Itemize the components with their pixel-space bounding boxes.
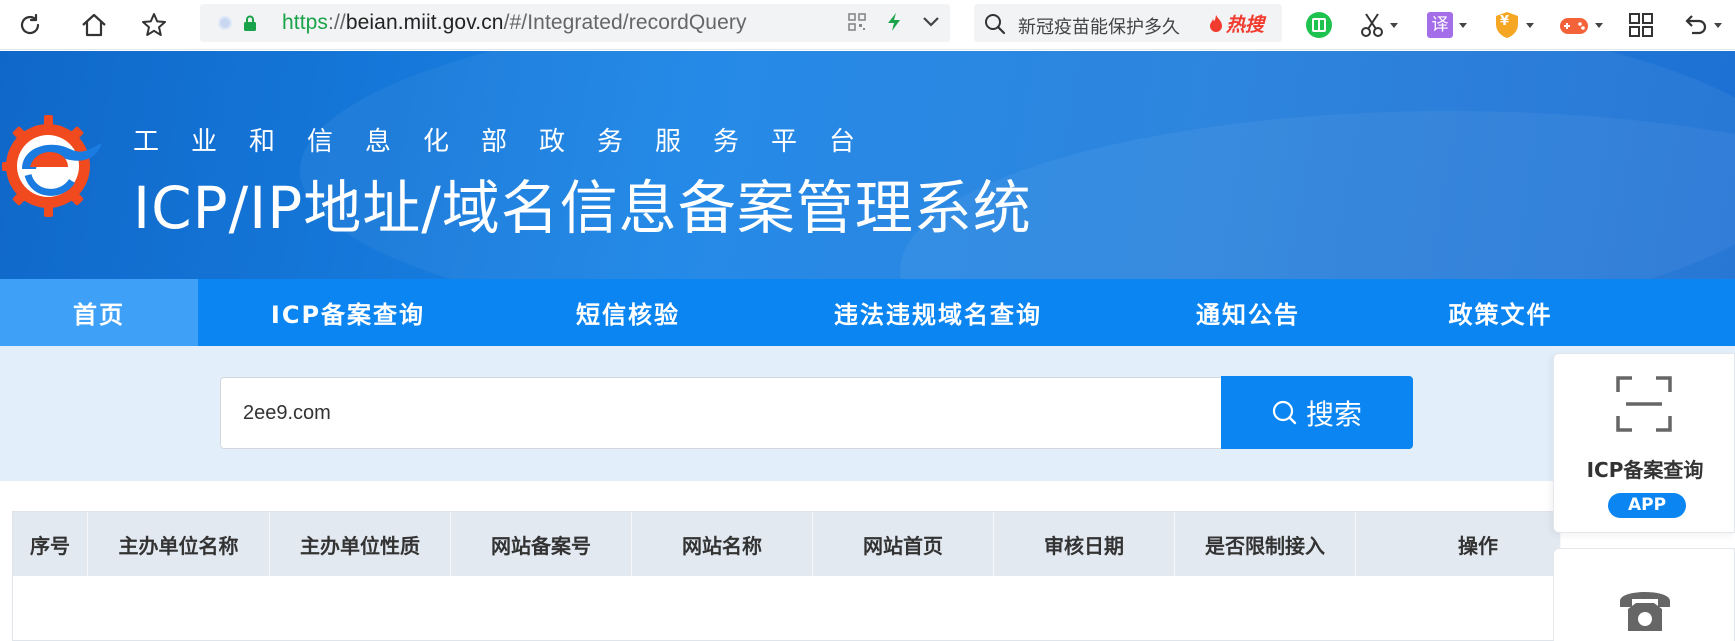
- nav-sms-verify[interactable]: 短信核验: [498, 279, 758, 346]
- home-button[interactable]: [78, 9, 110, 41]
- miit-logo: [2, 115, 102, 217]
- browser-search-hint: 新冠疫苗能保护多久: [1018, 17, 1180, 38]
- banner-title: ICP/IP地址/域名信息备案管理系统: [133, 174, 1032, 242]
- apps-extension[interactable]: [1628, 10, 1654, 40]
- undo-icon: [1685, 15, 1707, 35]
- security-shield-icon: [218, 16, 232, 30]
- lightning-icon[interactable]: [886, 12, 902, 32]
- nav-illegal-domain[interactable]: 违法违规域名查询: [758, 279, 1118, 346]
- address-bar[interactable]: https://beian.miit.gov.cn/#/Integrated/r…: [200, 4, 950, 42]
- search-icon: [1272, 400, 1297, 424]
- star-icon: [142, 13, 166, 36]
- browser-toolbar: https://beian.miit.gov.cn/#/Integrated/r…: [0, 0, 1735, 50]
- translate-icon: 译: [1427, 12, 1453, 38]
- nav-icp-query[interactable]: ICP备案查询: [198, 279, 498, 346]
- search-area: 搜索: [0, 346, 1735, 481]
- url-text[interactable]: https://beian.miit.gov.cn/#/Integrated/r…: [282, 11, 747, 35]
- game-extension[interactable]: [1559, 10, 1603, 40]
- undo-extension[interactable]: [1682, 10, 1722, 40]
- column-header: 网站首页: [813, 512, 994, 576]
- column-header: 审核日期: [994, 512, 1175, 576]
- chevron-down-icon: [1595, 22, 1603, 28]
- banner-subtitle: 工业和信息化部政务服务平台: [133, 127, 888, 157]
- nav-notices[interactable]: 通知公告: [1118, 279, 1378, 346]
- grid-icon: [1629, 13, 1653, 37]
- column-header: 主办单位性质: [270, 512, 451, 576]
- qr-icon[interactable]: [848, 13, 866, 31]
- chevron-down-icon: [1526, 22, 1534, 28]
- screenshot-extension[interactable]: [1360, 10, 1398, 40]
- hot-search-label: 热搜: [1226, 14, 1265, 36]
- url-host: beian.miit.gov.cn: [345, 11, 504, 34]
- contact-panel[interactable]: [1553, 548, 1735, 641]
- site-banner: 工业和信息化部政务服务平台 ICP/IP地址/域名信息备案管理系统: [0, 51, 1735, 279]
- reader-extension[interactable]: [1305, 10, 1333, 40]
- lock-icon: [242, 14, 258, 36]
- wallet-extension[interactable]: ¥: [1494, 10, 1534, 40]
- column-header: 序号: [13, 512, 88, 576]
- reload-icon: [20, 13, 40, 35]
- table-header: 序号 主办单位名称 主办单位性质 网站备案号 网站名称 网站首页 审核日期 是否…: [13, 512, 1561, 576]
- url-separator: ://: [328, 11, 346, 34]
- column-header: 网站备案号: [451, 512, 632, 576]
- fire-icon: [1210, 14, 1222, 32]
- column-header: 是否限制接入: [1175, 512, 1356, 576]
- nav-home[interactable]: 首页: [0, 279, 198, 346]
- search-button-label: 搜索: [1305, 397, 1362, 431]
- reload-button[interactable]: [14, 9, 46, 41]
- column-header: 主办单位名称: [88, 512, 270, 576]
- gamepad-icon: [1560, 18, 1588, 34]
- url-scheme: https: [282, 11, 329, 34]
- phone-icon: [1620, 592, 1670, 631]
- bookmark-button[interactable]: [138, 9, 170, 41]
- scan-icon: [1616, 376, 1672, 432]
- wallet-symbol: ¥: [1500, 14, 1510, 29]
- results-table: 序号 主办单位名称 主办单位性质 网站备案号 网站名称 网站首页 审核日期 是否…: [12, 511, 1561, 641]
- search-icon: [985, 14, 1006, 35]
- chevron-down-icon[interactable]: [922, 16, 940, 28]
- main-nav: 首页 ICP备案查询 短信核验 违法违规域名查询 通知公告 政策文件: [0, 279, 1735, 346]
- hot-search-badge[interactable]: 热搜: [1208, 10, 1264, 37]
- book-icon: [1306, 12, 1332, 38]
- column-header: 操作: [1356, 512, 1561, 576]
- scissors-icon: [1361, 13, 1383, 37]
- url-path: /#/Integrated/recordQuery: [503, 11, 747, 34]
- icp-app-panel[interactable]: ICP备案查询 APP: [1553, 353, 1735, 533]
- icp-app-label: ICP备案查询: [1586, 458, 1704, 482]
- nav-policy-files[interactable]: 政策文件: [1378, 279, 1623, 346]
- column-header: 网站名称: [632, 512, 813, 576]
- translate-extension[interactable]: 译: [1427, 10, 1467, 40]
- query-input[interactable]: [220, 377, 1222, 449]
- search-button[interactable]: 搜索: [1221, 376, 1413, 449]
- home-icon: [82, 13, 106, 37]
- app-badge: APP: [1608, 493, 1686, 518]
- chevron-down-icon: [1390, 22, 1398, 28]
- chevron-down-icon: [1459, 22, 1467, 28]
- chevron-down-icon: [1714, 22, 1722, 28]
